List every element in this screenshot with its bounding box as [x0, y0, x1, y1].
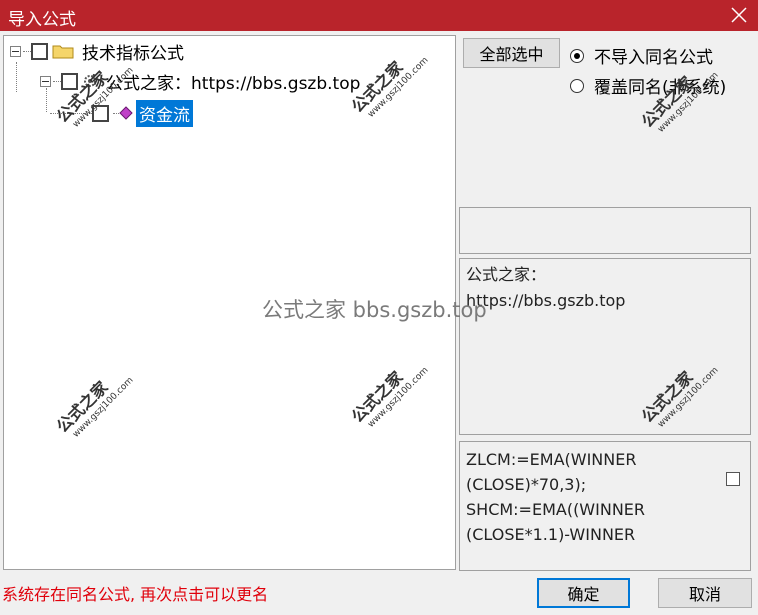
- code-checkbox[interactable]: [726, 472, 740, 486]
- select-all-button[interactable]: 全部选中: [463, 38, 560, 68]
- option-overwrite[interactable]: 覆盖同名(非系统): [570, 73, 726, 98]
- leaf-checkbox[interactable]: [92, 104, 109, 122]
- center-watermark: 公式之家 bbs.gszb.top: [262, 298, 487, 322]
- tree-node-root[interactable]: 技术指标公式: [10, 38, 184, 64]
- tree-node-leaf-label: 资金流: [136, 99, 193, 127]
- root-checkbox[interactable]: [31, 42, 48, 60]
- collapse-icon[interactable]: [10, 45, 21, 57]
- formula-code: ZLCM:=EMA(WINNER (CLOSE)*70,3); SHCM:=EM…: [466, 450, 646, 544]
- cancel-button[interactable]: 取消: [658, 578, 752, 608]
- tree-node-leaf[interactable]: 资金流: [50, 99, 193, 127]
- window-title: 导入公式: [8, 10, 76, 30]
- overwrite-radio[interactable]: [570, 78, 584, 93]
- description-line: https://bbs.gszb.top: [466, 291, 626, 310]
- formula-gem-icon: [119, 106, 133, 120]
- overwrite-label: 覆盖同名(非系统): [594, 78, 727, 98]
- ok-button[interactable]: 确定: [537, 578, 630, 608]
- description-line: 公式之家：: [466, 265, 547, 284]
- close-icon[interactable]: [728, 2, 750, 28]
- folder-icon: [52, 45, 74, 59]
- name-field[interactable]: [459, 207, 751, 254]
- status-message: 系统存在同名公式, 再次点击可以更名: [2, 585, 269, 604]
- description-panel: 公式之家： https://bbs.gszb.top: [459, 258, 751, 435]
- tree-guide-line: [16, 62, 17, 92]
- option-skip-duplicates[interactable]: 不导入同名公式: [570, 43, 713, 68]
- child-checkbox[interactable]: [61, 72, 78, 90]
- tree-node-child-label: 公式之家：https://bbs.gszb.top: [106, 73, 361, 94]
- collapse-icon[interactable]: [40, 75, 51, 87]
- skip-duplicates-label: 不导入同名公式: [594, 48, 713, 68]
- skip-duplicates-radio[interactable]: [570, 48, 584, 63]
- tree-node-child[interactable]: 公式之家：https://bbs.gszb.top: [40, 68, 360, 94]
- gear-icon: [84, 75, 96, 87]
- title-bar: 导入公式: [0, 0, 758, 31]
- formula-code-panel[interactable]: ZLCM:=EMA(WINNER (CLOSE)*70,3); SHCM:=EM…: [459, 441, 751, 571]
- tree-node-root-label: 技术指标公式: [82, 43, 184, 64]
